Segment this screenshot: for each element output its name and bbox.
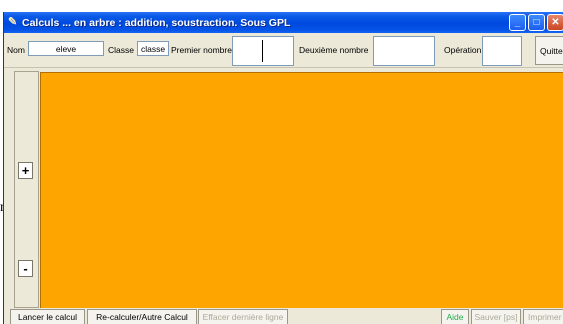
lancer-calcul-button[interactable]: Lancer le calcul <box>10 309 85 324</box>
action-bar: Lancer le calcul Re-calculer/Autre Calcu… <box>4 308 563 324</box>
zoom-out-button[interactable]: - <box>18 260 33 277</box>
nom-input[interactable]: eleve <box>28 41 104 56</box>
window-controls: _ □ ✕ <box>509 14 563 31</box>
minimize-icon: _ <box>514 16 521 28</box>
nom-label: Nom <box>7 45 25 55</box>
close-icon: ✕ <box>551 16 560 28</box>
minimize-button[interactable]: _ <box>509 14 526 31</box>
premier-nombre-label: Premier nombre <box>171 45 232 55</box>
operation-label: Opération <box>444 45 482 55</box>
operation-input[interactable] <box>482 36 522 66</box>
premier-nombre-input[interactable] <box>232 36 294 66</box>
app-window: ✎ Calculs ... en arbre : addition, soust… <box>3 12 563 324</box>
aide-button[interactable]: Aide <box>441 309 469 324</box>
recalculer-button[interactable]: Re-calculer/Autre Calcul <box>87 309 197 324</box>
text-cursor <box>262 40 263 62</box>
imprimer-button[interactable]: Imprimer <box>523 309 563 324</box>
maximize-icon: □ <box>533 16 540 28</box>
classe-label: Classe <box>108 45 134 55</box>
maximize-button[interactable]: □ <box>528 14 545 31</box>
zoom-panel: + - <box>14 71 39 308</box>
classe-input[interactable]: classe <box>137 41 169 56</box>
sauver-button[interactable]: Sauver [ps] <box>471 309 521 324</box>
zoom-in-button[interactable]: + <box>18 162 33 179</box>
input-toolbar: Nom eleve Classe classe Premier nombre D… <box>4 33 563 68</box>
close-button[interactable]: ✕ <box>547 14 563 31</box>
deuxieme-nombre-input[interactable] <box>373 36 435 66</box>
quit-button[interactable]: Quitter <box>535 36 563 65</box>
quill-icon: ✎ <box>8 16 18 28</box>
drawing-canvas[interactable] <box>40 72 563 308</box>
window-title: Calculs ... en arbre : addition, soustra… <box>22 16 291 29</box>
effacer-ligne-button[interactable]: Effacer dernière ligne <box>198 309 288 324</box>
deuxieme-nombre-label: Deuxième nombre <box>299 45 369 55</box>
title-bar[interactable]: ✎ Calculs ... en arbre : addition, soust… <box>4 12 563 33</box>
